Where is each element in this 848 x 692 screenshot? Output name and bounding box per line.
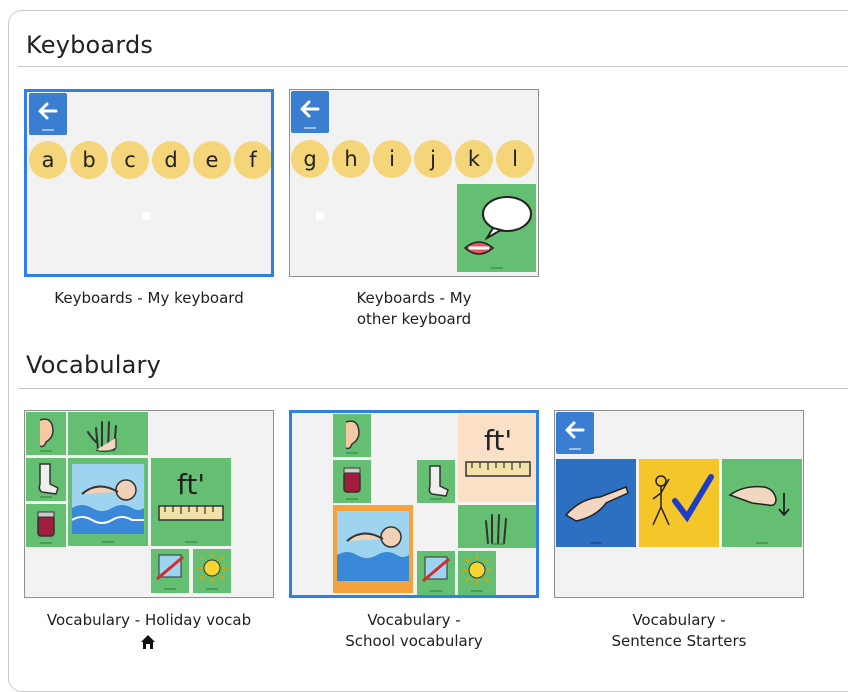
sun-tile	[193, 549, 231, 593]
sock-icon	[428, 465, 449, 497]
stick-figure-tick-icon	[652, 474, 714, 526]
caption-line: Sentence Starters	[611, 632, 747, 650]
ear-icon	[39, 418, 54, 448]
section-divider	[18, 66, 848, 67]
ruler-label: ft'	[176, 468, 206, 501]
key-l: l	[496, 140, 534, 178]
caption-line: Keyboards - My	[356, 289, 472, 307]
caption-line: School vocabulary	[345, 632, 483, 650]
hand-icon	[87, 421, 117, 453]
hand-tile	[68, 412, 148, 455]
swimming-tile	[68, 458, 148, 546]
key-h: h	[332, 140, 370, 178]
board-caption-my-keyboard: Keyboards - My keyboard	[54, 289, 244, 307]
key-g: g	[291, 140, 329, 178]
hand-icon	[485, 514, 507, 544]
caption-line: Vocabulary -	[367, 611, 461, 629]
ear-icon	[345, 420, 360, 450]
back-arrow-icon	[29, 93, 67, 135]
home-board-icon	[140, 634, 156, 654]
sock-tile	[417, 460, 455, 503]
caption-line: other keyboard	[356, 310, 472, 328]
key-j: j	[414, 140, 452, 178]
no-swimming-tile	[151, 549, 189, 593]
board-caption-holiday-vocab: Vocabulary - Holiday vocab	[46, 611, 252, 629]
no-swimming-tile	[417, 551, 455, 595]
key-k: k	[455, 140, 493, 178]
yes-tick-tile	[639, 459, 719, 547]
empty-cell-marker	[142, 212, 150, 220]
board-caption-school-vocabulary: Vocabulary - School vocabulary	[289, 610, 539, 652]
board-thumbnail-sentence-starters[interactable]	[554, 410, 804, 598]
board-thumbnail-my-other-keyboard[interactable]: g h i j k l	[289, 89, 539, 277]
measure-tile: ft'	[151, 458, 231, 546]
key-a: a	[29, 141, 67, 179]
sock-icon	[38, 463, 59, 495]
key-b: b	[70, 141, 108, 179]
sun-icon	[197, 553, 227, 583]
jam-tile	[26, 504, 66, 547]
sock-tile	[26, 458, 66, 501]
measure-tile: ft'	[458, 414, 536, 502]
key-c: c	[111, 141, 149, 179]
key-d: d	[152, 141, 190, 179]
speech-tile	[457, 184, 536, 272]
jam-jar-icon	[343, 467, 361, 493]
board-caption-my-other-keyboard: Keyboards - My other keyboard	[289, 288, 539, 330]
board-caption-sentence-starters: Vocabulary - Sentence Starters	[554, 610, 804, 652]
key-i: i	[373, 140, 411, 178]
ear-tile	[26, 412, 66, 455]
back-arrow-icon	[556, 412, 594, 454]
swimming-tile	[333, 505, 413, 593]
section-title-vocabulary: Vocabulary	[26, 351, 162, 379]
caption-line: Vocabulary -	[632, 611, 726, 629]
no-swimming-icon	[156, 554, 184, 581]
ruler-label: ft'	[483, 424, 513, 457]
hand-down-icon	[728, 485, 790, 517]
empty-cell-marker	[316, 212, 324, 220]
board-thumbnail-school-vocabulary[interactable]: ft'	[289, 410, 539, 598]
pointing-hand-icon	[564, 486, 629, 522]
swimmer-icon	[337, 511, 409, 581]
speaking-mouth-icon	[463, 196, 532, 255]
jam-jar-icon	[37, 511, 55, 537]
key-e: e	[193, 141, 231, 179]
ear-tile	[333, 414, 371, 457]
section-divider	[18, 388, 848, 389]
pointing-hand-tile	[556, 459, 636, 547]
i-want-tile	[722, 459, 802, 547]
back-arrow-icon	[291, 91, 329, 133]
board-thumbnail-holiday-vocab[interactable]: ft'	[24, 410, 274, 598]
hand-tile	[458, 505, 536, 548]
jam-tile	[333, 460, 371, 503]
no-swimming-icon	[422, 556, 450, 583]
sun-tile	[458, 551, 496, 595]
section-title-keyboards: Keyboards	[26, 31, 154, 59]
sun-icon	[462, 555, 492, 585]
key-f: f	[234, 141, 271, 179]
board-thumbnail-my-keyboard[interactable]: a b c d e f	[24, 89, 274, 277]
swimmer-icon	[71, 464, 144, 534]
